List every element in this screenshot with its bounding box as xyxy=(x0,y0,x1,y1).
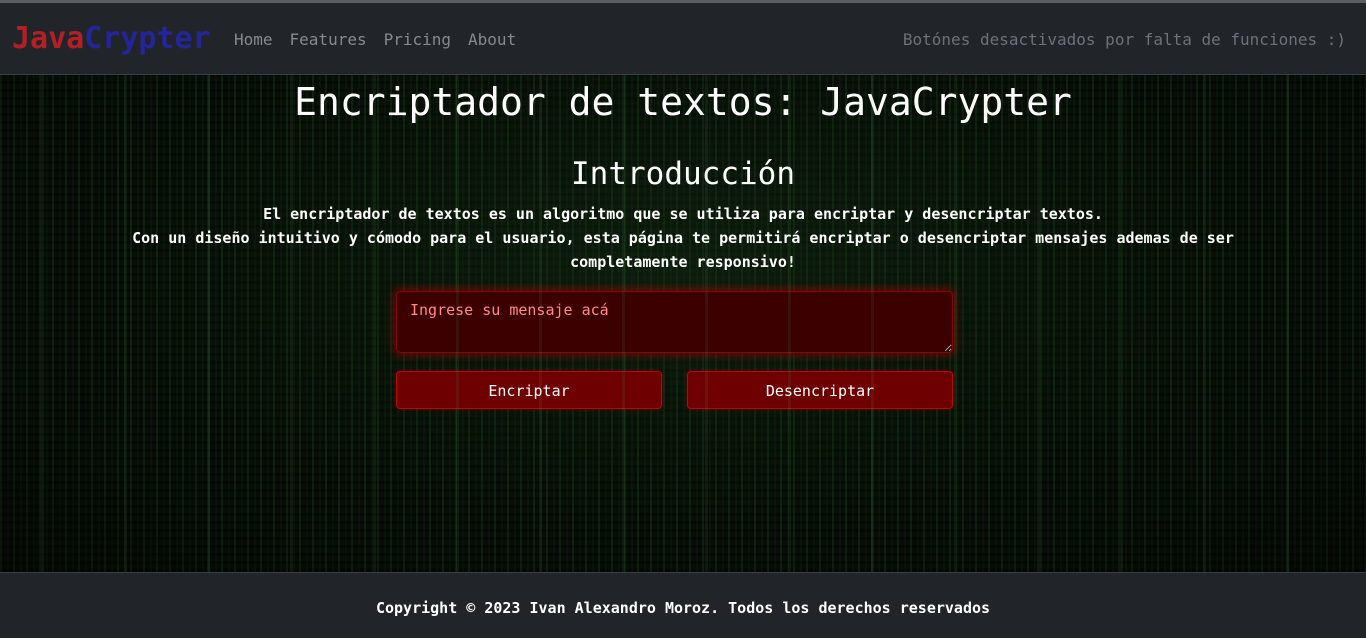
decrypt-button[interactable]: Desencriptar xyxy=(687,371,953,409)
nav-link-about[interactable]: About xyxy=(468,29,516,51)
nav-links: Home Features Pricing About xyxy=(234,29,516,51)
copyright-text: Copyright © 2023 Ivan Alexandro Moroz. T… xyxy=(375,599,991,617)
nav-link-features[interactable]: Features xyxy=(290,29,367,51)
message-input[interactable] xyxy=(396,291,953,353)
navbar: JavaCrypter Home Features Pricing About … xyxy=(0,3,1366,75)
footer: Copyright © 2023 Ivan Alexandro Moroz. T… xyxy=(0,572,1366,638)
brand-logo[interactable]: JavaCrypter xyxy=(12,21,211,57)
brand-java-text: Java xyxy=(12,21,85,56)
encrypt-button[interactable]: Encriptar xyxy=(396,371,662,409)
section-subtitle: Introducción xyxy=(571,156,795,192)
intro-line-2: Con un diseño intuitivo y cómodo para el… xyxy=(132,229,1234,271)
nav-link-home[interactable]: Home xyxy=(234,29,273,51)
matrix-background-section: Encriptador de textos: JavaCrypter Intro… xyxy=(0,75,1366,572)
disabled-buttons-note: Botónes desactivados por falta de funcio… xyxy=(902,30,1346,49)
nav-link-pricing[interactable]: Pricing xyxy=(384,29,451,51)
brand-crypter-text: Crypter xyxy=(84,21,211,56)
page-title: Encriptador de textos: JavaCrypter xyxy=(294,80,1072,124)
intro-line-1: El encriptador de textos es un algoritmo… xyxy=(263,205,1103,223)
intro-text: El encriptador de textos es un algoritmo… xyxy=(120,202,1246,274)
